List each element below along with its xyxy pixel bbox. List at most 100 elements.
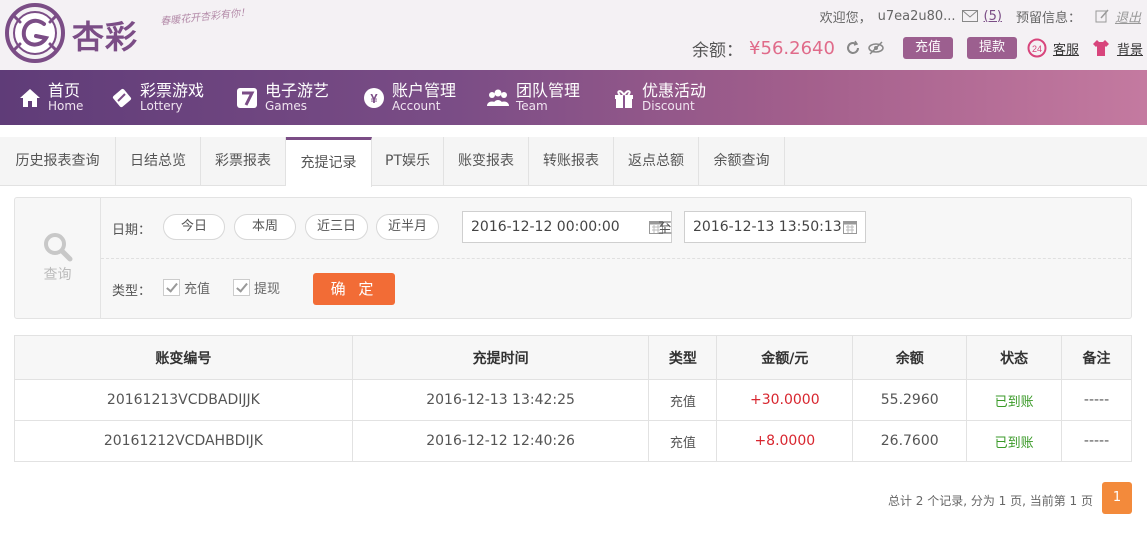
start-date-input[interactable]: 2016-12-12 00:00:00 [462,211,672,243]
mail-icon[interactable] [961,10,978,22]
nav-label: 账户管理 [392,81,457,101]
tab-lottery-report[interactable]: 彩票报表 [201,137,286,186]
tab-transfer-report[interactable]: 转账报表 [529,137,614,186]
brand-name: 杏彩 [72,18,139,56]
query-panel: 查询 日期： 今日 本周 近三日 近半月 2016-12-12 00:00:00… [14,197,1132,319]
query-side: 查询 [15,198,101,318]
type-recharge-checkbox[interactable]: 充值 [163,278,210,297]
customer-service-icon[interactable]: 24 [1027,38,1047,58]
tab-balance-query[interactable]: 余额查询 [699,137,785,186]
record-status: 已到账 [966,379,1063,421]
games-icon [237,87,257,108]
svg-text:¥: ¥ [370,91,378,106]
quick-date-today[interactable]: 今日 [163,214,225,240]
type-label: 类型： [112,284,152,299]
records-table: 账变编号 充提时间 类型 金额/元 余额 状态 备注 20161213VCDBA… [14,335,1132,462]
record-amount: +8.0000 [716,420,854,462]
tab-deposit-withdraw-records[interactable]: 充提记录 [286,137,372,187]
end-date-input[interactable]: 2016-12-13 13:50:13 [684,211,866,243]
type-withdraw-label: 提现 [254,282,281,297]
user-info-row: 欢迎您， u7ea2u80... (5) 预留信息： 退出 [820,6,1141,26]
search-icon [43,233,72,262]
withdraw-button[interactable]: 提款 [966,37,1017,59]
quick-date-this-week[interactable]: 本周 [234,214,296,240]
record-remark: ----- [1061,379,1132,421]
nav-label: 优惠活动 [642,81,707,101]
recharge-button[interactable]: 充值 [902,37,953,59]
record-time: 2016-12-12 12:40:26 [351,420,650,462]
nav-label: 电子游艺 [265,81,330,101]
record-amount: +30.0000 [716,379,854,421]
nav-sublabel: Lottery [140,98,183,113]
main-nav: 首页 Home 彩票游戏 Lottery 电子游艺 Games ¥ 账户管理 A… [0,70,1147,125]
quick-date-last-half-month[interactable]: 近半月 [376,214,439,240]
type-withdraw-checkbox[interactable]: 提现 [233,278,280,297]
record-balance: 55.2960 [852,379,968,421]
gift-icon [615,89,633,108]
record-id: 20161213VCDBADIJJK [14,379,353,421]
hide-balance-icon[interactable] [867,40,885,56]
nav-sublabel: Team [516,98,548,113]
page-button-current[interactable]: 1 [1102,482,1132,514]
nav-label: 首页 [48,81,81,101]
background-link[interactable]: 背景 [1117,39,1143,58]
report-tabs: 历史报表查询 日结总览 彩票报表 充提记录 PT娱乐 账变报表 转账报表 返点总… [0,137,1147,187]
mail-count-link[interactable]: (5) [984,9,1002,24]
nav-sublabel: Account [392,98,441,113]
lottery-icon [112,88,132,107]
column-header: 状态 [966,335,1063,380]
pagination-info: 总计 2 个记录, 分为 1 页, 当前第 1 页 [887,494,1093,508]
refresh-icon[interactable] [845,40,861,56]
query-divider [101,258,1131,259]
brand-slogan: 春暖花开杏彩有你！ [159,7,251,28]
table-header-row: 账变编号 充提时间 类型 金额/元 余额 状态 备注 [14,335,1132,380]
table-row: 20161213VCDBADIJJK 2016-12-13 13:42:25 充… [14,379,1132,421]
record-id: 20161212VCDAHBDIJK [14,420,353,462]
welcome-text: 欢迎您， [819,10,872,26]
team-icon [487,89,509,106]
column-header: 金额/元 [716,335,854,380]
account-icon: ¥ [364,87,384,108]
column-header: 充提时间 [351,335,650,380]
nav-sublabel: Discount [642,98,695,113]
record-type: 充值 [648,420,718,462]
to-label: 至 [658,221,672,237]
logout-link[interactable]: 退出 [1115,7,1141,26]
nav-discount[interactable]: 优惠活动 Discount [612,70,706,125]
nav-team[interactable]: 团队管理 Team [486,70,580,125]
nav-games[interactable]: 电子游艺 Games [235,70,329,125]
shirt-icon[interactable] [1091,38,1111,58]
calendar-icon[interactable] [843,219,857,234]
nav-sublabel: Home [48,98,84,113]
checkbox-box[interactable] [163,279,180,296]
edit-icon[interactable] [1095,9,1109,23]
record-remark: ----- [1061,420,1132,462]
svg-text:24: 24 [1032,44,1042,54]
username: u7ea2u80... [877,8,956,24]
column-header: 账变编号 [14,335,353,380]
home-icon [20,88,40,107]
tab-rebate-total[interactable]: 返点总额 [614,137,699,186]
logo-icon [5,3,65,63]
nav-label: 彩票游戏 [140,81,205,101]
balance-label: 余额： [692,40,744,61]
checkbox-box[interactable] [233,279,250,296]
record-balance: 26.7600 [852,420,968,462]
nav-lottery[interactable]: 彩票游戏 Lottery [110,70,204,125]
nav-account[interactable]: ¥ 账户管理 Account [362,70,456,125]
confirm-button[interactable]: 确 定 [313,273,395,305]
tab-history-report[interactable]: 历史报表查询 [0,137,116,186]
tab-pt-entertainment[interactable]: PT娱乐 [372,137,444,186]
tab-balance-change-report[interactable]: 账变报表 [444,137,529,186]
end-date-value: 2016-12-13 13:50:13 [693,219,842,235]
reserve-info-label: 预留信息： [1015,10,1081,26]
tab-daily-summary[interactable]: 日结总览 [116,137,201,186]
nav-home[interactable]: 首页 Home [18,70,83,125]
quick-date-last-3-days[interactable]: 近三日 [305,214,368,240]
record-type: 充值 [648,379,718,421]
balance-row: 余额： ¥56.2640 充值 提款 24 客服 背景 [692,36,1143,61]
start-date-value: 2016-12-12 00:00:00 [471,219,620,235]
column-header: 类型 [648,335,718,380]
type-recharge-label: 充值 [184,282,211,297]
customer-service-link[interactable]: 客服 [1053,39,1079,58]
